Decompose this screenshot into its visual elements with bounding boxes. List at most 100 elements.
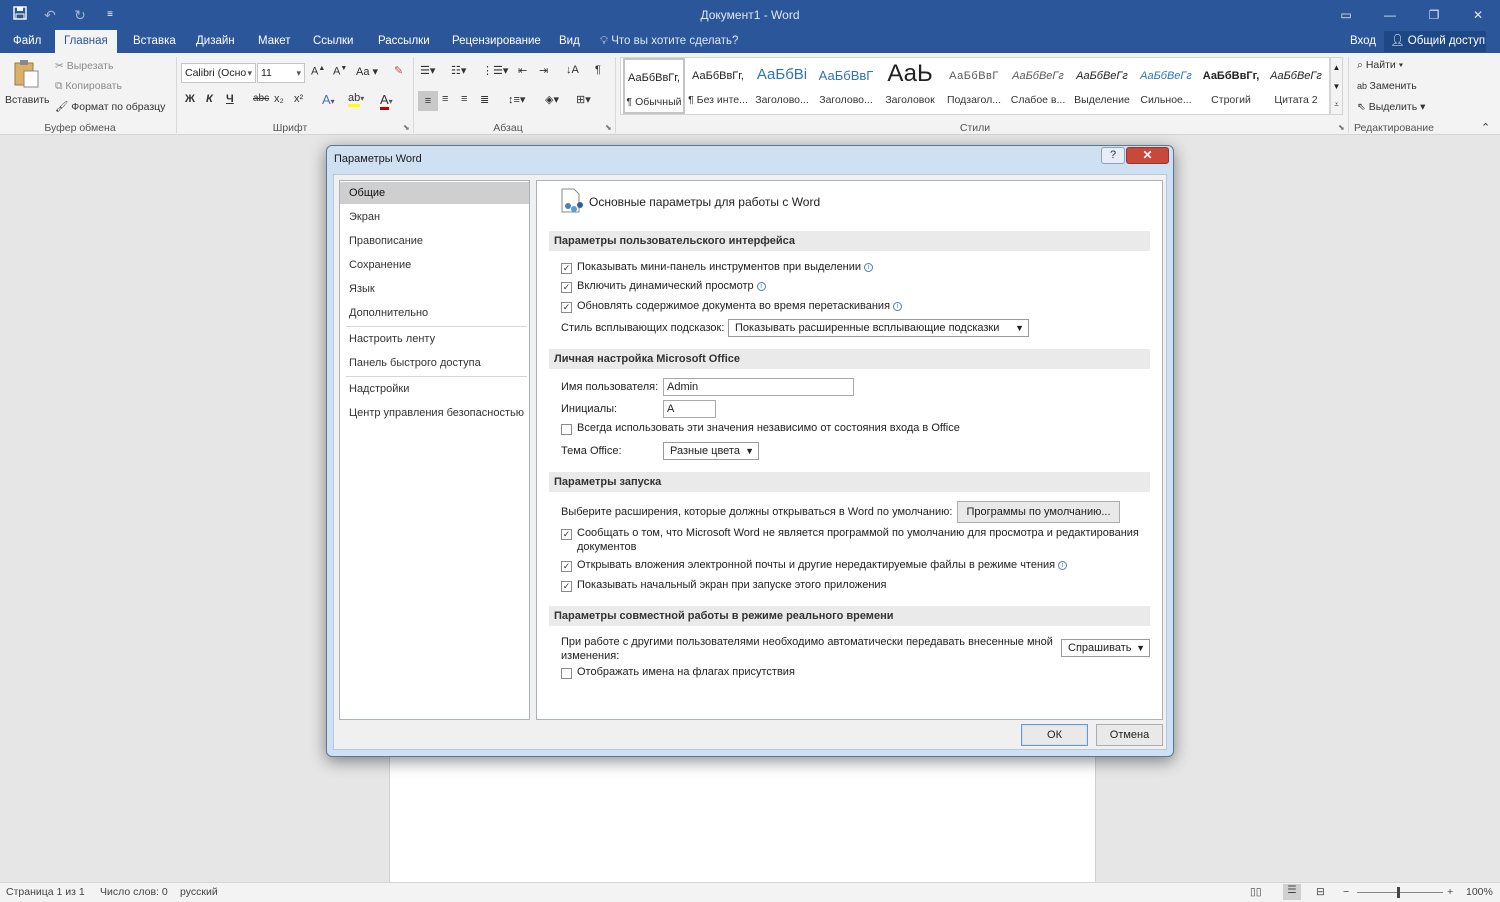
clear-formatting-icon[interactable]: ✎ xyxy=(394,64,403,77)
default-programs-button[interactable]: Программы по умолчанию... xyxy=(957,501,1120,523)
increase-indent-icon[interactable]: ⇥ xyxy=(539,64,548,77)
replace-button[interactable]: ab Заменить xyxy=(1357,80,1417,92)
update-drag-checkbox[interactable]: ✓ xyxy=(561,302,572,313)
find-button[interactable]: ⌕ Найти ▾ xyxy=(1357,59,1403,72)
collapse-ribbon-icon[interactable]: ⌃ xyxy=(1481,121,1490,134)
highlight-icon[interactable]: ab▾ xyxy=(348,92,364,107)
shading-icon[interactable]: ◈▾ xyxy=(545,93,559,106)
show-names-checkbox[interactable] xyxy=(561,668,572,679)
nav-item-quick-access[interactable]: Панель быстрого доступа xyxy=(340,352,529,374)
shrink-font-icon[interactable]: A▼ xyxy=(333,65,347,78)
style-intense-emphasis[interactable]: АаБбВеГг Сильное... xyxy=(1135,58,1197,114)
info-icon[interactable]: i xyxy=(1058,561,1068,570)
style-strong[interactable]: АаБбВвГг, Строгий xyxy=(1199,58,1263,114)
live-preview-checkbox[interactable]: ✓ xyxy=(561,282,572,293)
username-field[interactable]: Admin xyxy=(663,378,854,396)
borders-icon[interactable]: ⊞▾ xyxy=(576,93,591,106)
read-mode-icon[interactable]: ▯▯ xyxy=(1250,886,1262,898)
text-effects-icon[interactable]: A▾ xyxy=(322,92,335,107)
more-styles-icon[interactable]: ⩡ xyxy=(1331,96,1342,114)
align-left-icon[interactable]: ≡ xyxy=(418,91,438,111)
nav-item-general[interactable]: Общие xyxy=(340,182,529,204)
line-spacing-icon[interactable]: ↕≡▾ xyxy=(508,93,525,106)
ok-button[interactable]: ОК xyxy=(1021,724,1088,746)
zoom-out-icon[interactable]: − xyxy=(1343,886,1349,898)
scroll-down-icon[interactable]: ▼ xyxy=(1331,77,1342,96)
tab-mailings[interactable]: Рассылки xyxy=(369,30,439,53)
font-name-combo[interactable]: Calibri (Осно xyxy=(181,63,256,83)
multilevel-list-icon[interactable]: ⋮☰▾ xyxy=(482,64,508,77)
restore-icon[interactable]: ❐ xyxy=(1412,0,1456,30)
nav-item-save[interactable]: Сохранение xyxy=(340,254,529,276)
zoom-level[interactable]: 100% xyxy=(1466,886,1493,898)
zoom-slider-thumb[interactable] xyxy=(1397,887,1400,898)
info-icon[interactable]: i xyxy=(864,263,874,272)
style-subtitle[interactable]: АаБбВвГ Подзагол... xyxy=(943,58,1005,114)
sort-icon[interactable]: ↓A xyxy=(566,64,579,76)
info-icon[interactable]: i xyxy=(756,282,766,291)
always-use-checkbox[interactable] xyxy=(561,424,572,435)
document-page[interactable] xyxy=(389,755,1096,882)
nav-item-display[interactable]: Экран xyxy=(340,206,529,228)
select-button[interactable]: ⇖ Выделить ▾ xyxy=(1357,101,1425,113)
tab-layout[interactable]: Макет xyxy=(249,30,300,53)
help-icon[interactable]: ? xyxy=(1101,147,1125,164)
underline-button[interactable]: Ч xyxy=(226,93,234,105)
mini-toolbar-checkbox[interactable]: ✓ xyxy=(561,263,572,274)
styles-scroll[interactable]: ▲ ▼ ⩡ xyxy=(1330,57,1343,115)
paste-button[interactable]: Вставить xyxy=(5,57,50,115)
notify-default-checkbox[interactable]: ✓ xyxy=(561,529,572,540)
justify-icon[interactable]: ≣ xyxy=(480,93,489,106)
tab-review[interactable]: Рецензирование xyxy=(443,30,550,53)
style-normal[interactable]: АаБбВвГг, ¶ Обычный xyxy=(623,58,685,114)
word-count[interactable]: Число слов: 0 xyxy=(100,886,168,898)
format-painter-button[interactable]: 🖌︎ Формат по образцу xyxy=(55,100,165,113)
copy-button[interactable]: ⧉ Копировать xyxy=(55,80,122,93)
superscript-button[interactable]: x² xyxy=(294,93,303,105)
open-attachments-checkbox[interactable]: ✓ xyxy=(561,561,572,572)
nav-item-addins[interactable]: Надстройки xyxy=(340,378,529,400)
tab-home[interactable]: Главная xyxy=(55,30,117,53)
style-heading-1[interactable]: АаБбВі Заголово... xyxy=(751,58,813,114)
bullets-icon[interactable]: ☰▾ xyxy=(420,64,435,77)
nav-item-customize-ribbon[interactable]: Настроить ленту xyxy=(340,328,529,350)
grow-font-icon[interactable]: A▲ xyxy=(311,65,325,78)
initials-field[interactable]: A xyxy=(663,400,716,418)
font-dialog-launcher-icon[interactable]: ⬊ xyxy=(403,123,410,132)
font-size-combo[interactable]: 11 xyxy=(257,63,305,83)
subscript-button[interactable]: x₂ xyxy=(274,93,284,105)
nav-item-advanced[interactable]: Дополнительно xyxy=(340,302,529,324)
align-right-icon[interactable]: ≡ xyxy=(461,93,467,105)
align-center-icon[interactable]: ≡ xyxy=(442,93,448,105)
zoom-in-icon[interactable]: + xyxy=(1447,886,1453,898)
style-heading-2[interactable]: АаБбВвГ Заголово... xyxy=(815,58,877,114)
page-count[interactable]: Страница 1 из 1 xyxy=(6,886,85,898)
language-indicator[interactable]: русский xyxy=(180,886,218,898)
tab-view[interactable]: Вид xyxy=(550,30,589,53)
style-title[interactable]: АаЬ Заголовок xyxy=(879,58,941,114)
nav-item-trust-center[interactable]: Центр управления безопасностью xyxy=(340,402,529,424)
italic-button[interactable]: К xyxy=(206,93,213,105)
office-theme-dropdown[interactable]: Разные цвета ▼ xyxy=(663,442,759,460)
tab-insert[interactable]: Вставка xyxy=(124,30,185,53)
close-icon[interactable]: ✕ xyxy=(1456,0,1500,30)
show-start-checkbox[interactable]: ✓ xyxy=(561,581,572,592)
change-case-icon[interactable]: Aa ▾ xyxy=(356,65,378,78)
tab-file[interactable]: Файл xyxy=(4,30,50,53)
tab-design[interactable]: Дизайн xyxy=(187,30,244,53)
cancel-button[interactable]: Отмена xyxy=(1096,724,1163,746)
nav-item-language[interactable]: Язык xyxy=(340,278,529,300)
share-changes-dropdown[interactable]: Спрашивать ▼ xyxy=(1061,639,1150,657)
strikethrough-button[interactable]: abc xyxy=(253,93,269,104)
cut-button[interactable]: ✂ Вырезать xyxy=(55,60,113,72)
scroll-up-icon[interactable]: ▲ xyxy=(1331,58,1342,77)
style-quote-2[interactable]: АаБбВеГг Цитата 2 xyxy=(1265,58,1327,114)
style-no-spacing[interactable]: АаБбВвГг, ¶ Без инте... xyxy=(687,58,749,114)
ribbon-display-icon[interactable]: ▭ xyxy=(1324,0,1368,30)
style-emphasis[interactable]: АаБбВеГг Выделение xyxy=(1071,58,1133,114)
style-subtle-emphasis[interactable]: АаБбВеГг Слабое в... xyxy=(1007,58,1069,114)
close-icon[interactable]: ✕ xyxy=(1126,147,1169,164)
tab-references[interactable]: Ссылки xyxy=(304,30,363,53)
sign-in-link[interactable]: Вход xyxy=(1350,30,1376,53)
zoom-slider[interactable] xyxy=(1357,892,1443,893)
